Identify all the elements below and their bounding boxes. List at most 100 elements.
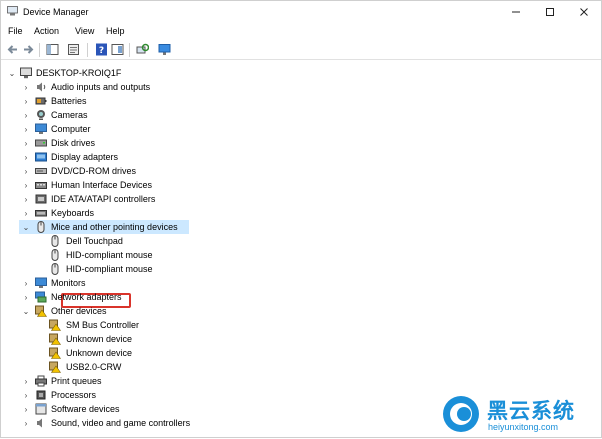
monitor-icon	[35, 277, 47, 288]
tree-device[interactable]: Unknown device	[1, 332, 561, 346]
chevron-right-icon[interactable]: ›	[21, 108, 31, 122]
printer-icon	[35, 375, 47, 387]
chevron-right-icon[interactable]: ›	[21, 192, 31, 206]
tree-device[interactable]: HID-compliant mouse	[1, 248, 561, 262]
chevron-right-icon[interactable]: ›	[21, 402, 31, 416]
computer-icon	[20, 67, 32, 79]
close-button[interactable]	[567, 1, 601, 23]
chevron-down-icon[interactable]: ⌄	[21, 304, 31, 318]
warning-device-icon	[49, 333, 61, 345]
chevron-down-icon[interactable]: ⌄	[7, 66, 17, 80]
watermark-logo-icon	[443, 396, 479, 432]
chevron-right-icon[interactable]: ›	[21, 94, 31, 108]
chevron-right-icon[interactable]: ›	[21, 416, 31, 430]
category-label: Monitors	[51, 278, 86, 288]
menu-file[interactable]: File	[8, 26, 23, 36]
menu-action[interactable]: Action	[34, 26, 59, 36]
device-label: Unknown device	[66, 334, 133, 344]
device-label: HID-compliant mouse	[66, 250, 153, 260]
keyboard-icon	[35, 210, 47, 217]
chevron-right-icon[interactable]: ›	[21, 206, 31, 220]
category-label: Print queues	[51, 376, 102, 386]
chevron-right-icon[interactable]: ›	[21, 290, 31, 304]
dvd-icon	[35, 168, 47, 174]
network-icon	[35, 291, 47, 303]
tree-category[interactable]: › Print queues	[1, 374, 561, 388]
software-icon	[35, 403, 47, 415]
maximize-button[interactable]	[533, 1, 567, 23]
menu-bar: File Action View Help	[1, 23, 601, 40]
minimize-button[interactable]	[499, 1, 533, 23]
monitor-update-icon[interactable]	[158, 43, 171, 56]
tree-category[interactable]: › Display adapters	[1, 150, 561, 164]
warning-device-icon	[49, 347, 61, 359]
maximize-icon	[546, 8, 554, 16]
chevron-right-icon[interactable]: ›	[21, 276, 31, 290]
battery-icon	[35, 97, 47, 105]
menu-help[interactable]: Help	[106, 26, 125, 36]
tree-category[interactable]: › Cameras	[1, 108, 561, 122]
tree-category[interactable]: › Monitors	[1, 276, 561, 290]
device-label: HID-compliant mouse	[66, 264, 153, 274]
chevron-right-icon[interactable]: ›	[21, 150, 31, 164]
tree-device[interactable]: USB2.0-CRW	[1, 360, 561, 374]
tree-category[interactable]: › Human Interface Devices	[1, 178, 561, 192]
close-icon	[580, 8, 588, 16]
warning-device-icon	[49, 319, 61, 331]
tree-category[interactable]: › Audio inputs and outputs	[1, 80, 561, 94]
tree-category[interactable]: › Batteries	[1, 94, 561, 108]
chevron-right-icon[interactable]: ›	[21, 374, 31, 388]
forward-arrow-icon[interactable]	[22, 43, 35, 56]
tree-category[interactable]: › Computer	[1, 122, 561, 136]
properties-icon[interactable]	[67, 43, 80, 56]
scan-hardware-icon[interactable]	[136, 43, 149, 56]
mouse-icon	[37, 221, 45, 233]
tree-category[interactable]: › Disk drives	[1, 136, 561, 150]
category-label: Keyboards	[51, 208, 95, 218]
category-label: Cameras	[51, 110, 88, 120]
toolbar-separator	[87, 43, 88, 57]
chevron-right-icon[interactable]: ›	[21, 178, 31, 192]
tree-category[interactable]: › DVD/CD-ROM drives	[1, 164, 561, 178]
chevron-right-icon[interactable]: ›	[21, 164, 31, 178]
tree-category[interactable]: › IDE ATA/ATAPI controllers	[1, 192, 561, 206]
speaker-icon	[37, 82, 46, 92]
back-arrow-icon[interactable]	[6, 43, 19, 56]
category-label: Audio inputs and outputs	[51, 82, 151, 92]
menu-view[interactable]: View	[75, 26, 94, 36]
tree-root[interactable]: ⌄ DESKTOP-KROIQ1F	[1, 66, 561, 80]
tree-device[interactable]: HID-compliant mouse	[1, 262, 561, 276]
chevron-right-icon[interactable]: ›	[21, 80, 31, 94]
chevron-right-icon[interactable]: ›	[21, 388, 31, 402]
monitor-icon	[35, 123, 47, 134]
toolbar-separator	[129, 43, 130, 57]
window-title: Device Manager	[23, 7, 89, 17]
tree-device[interactable]: Dell Touchpad	[1, 234, 561, 248]
cpu-icon	[36, 390, 46, 400]
device-tree[interactable]: ⌄ DESKTOP-KROIQ1F › Audio inputs and out…	[1, 61, 601, 439]
chevron-down-icon[interactable]: ⌄	[21, 220, 31, 234]
device-manager-window: Device Manager File Action View Help ? ⌄…	[0, 0, 602, 438]
show-hide-console-tree-icon[interactable]	[46, 43, 59, 56]
tree-device[interactable]: SM Bus Controller	[1, 318, 561, 332]
action-pane-icon[interactable]	[111, 43, 124, 56]
chevron-right-icon[interactable]: ›	[21, 136, 31, 150]
mouse-icon	[51, 249, 59, 261]
tree-category[interactable]: › Network adapters	[1, 290, 561, 304]
tree-category[interactable]: › Keyboards	[1, 206, 561, 220]
sound-icon	[37, 418, 42, 428]
display-adapter-icon	[35, 152, 47, 162]
device-label: USB2.0-CRW	[66, 362, 122, 372]
category-label: Sound, video and game controllers	[51, 418, 191, 428]
toolbar-separator	[39, 43, 40, 57]
tree-category[interactable]: ⌄ Other devices	[1, 304, 561, 318]
disk-icon	[35, 139, 47, 147]
chevron-right-icon[interactable]: ›	[21, 122, 31, 136]
category-label: IDE ATA/ATAPI controllers	[51, 194, 156, 204]
watermark: 黑云系统 heiyunxitong.com	[441, 394, 602, 439]
tree-category-selected[interactable]: ⌄ Mice and other pointing devices	[19, 220, 189, 234]
tree-device[interactable]: Unknown device	[1, 346, 561, 360]
category-label: DVD/CD-ROM drives	[51, 166, 137, 176]
help-icon[interactable]: ?	[95, 43, 108, 56]
category-label: Human Interface Devices	[51, 180, 153, 190]
